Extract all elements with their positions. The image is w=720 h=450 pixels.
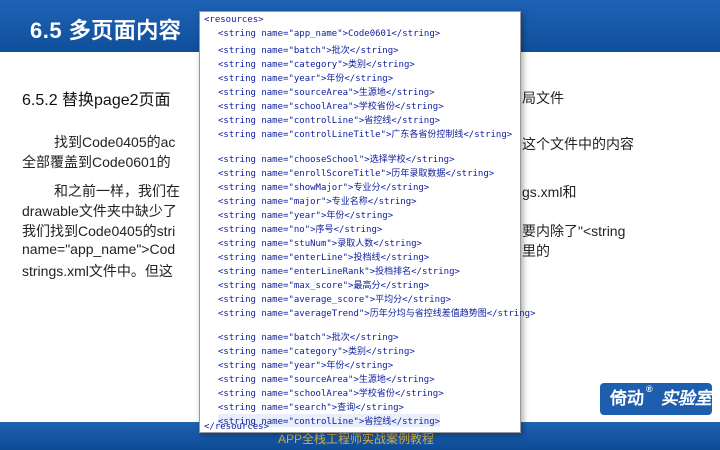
code-line: <string name="year">年份</string>: [218, 74, 394, 84]
code-line: <string name="chooseSchool">选择学校</string…: [218, 155, 455, 165]
section-subtitle-tail: 局文件: [522, 90, 564, 106]
paragraph-tail-4: 里的: [522, 243, 550, 259]
paragraph-line-2: 全部覆盖到Code0601的: [22, 154, 171, 170]
page-title: 6.5 多页面内容: [30, 18, 182, 43]
paragraph-tail-1: 这个文件中的内容: [522, 136, 634, 152]
code-line: <string name="major">专业名称</string>: [218, 197, 417, 207]
code-line: <string name="sourceArea">生源地</string>: [218, 375, 435, 385]
code-line: <string name="app_name">Code0601</string…: [218, 29, 441, 39]
registered-mark: ®: [646, 384, 653, 394]
code-line: <string name="category">类别</string>: [218, 347, 415, 357]
paragraph-line-4: drawable文件夹中缺少了: [22, 203, 177, 219]
paragraph-line-5: 我们找到Code0405的stri: [22, 223, 176, 239]
logo-brand: 倚动: [610, 389, 644, 408]
code-line: <string name="averageTrend">历年分均与省控线差值趋势…: [218, 309, 536, 319]
code-line: <string name="schoolArea">学校省份</string>: [218, 389, 444, 399]
paragraph-tail-2: gs.xml和: [522, 184, 577, 200]
lab-logo: 倚动 ® 实验室: [600, 383, 712, 415]
code-line: <string name="average_score">平均分</string…: [218, 295, 451, 305]
code-line: <string name="year">年份</string>: [218, 361, 394, 371]
paragraph-line-7: strings.xml文件中。但这: [22, 263, 173, 279]
paragraph-line-6: name="app_name">Cod: [22, 241, 176, 257]
code-line: <string name="search">查询</string>: [218, 403, 404, 413]
code-line: <string name="year">年份</string>: [218, 211, 394, 221]
code-line: <string name="enterLine">投档线</string>: [218, 253, 430, 263]
code-line: <string name="schoolArea">学校省份</string>: [218, 102, 444, 112]
paragraph-line-3: 和之前一样，我们在: [54, 183, 180, 199]
code-line: <string name="category">类别</string>: [218, 60, 415, 70]
code-line: <string name="controlLineTitle">广东各省份控制线…: [218, 130, 513, 140]
code-line: <string name="showMajor">专业分</string>: [218, 183, 430, 193]
code-line: <resources>: [204, 15, 264, 25]
code-line: <string name="batch">批次</string>: [218, 333, 399, 343]
logo-lab: 实验室: [660, 389, 712, 409]
code-line: <string name="enterLineRank">投档排名</strin…: [218, 267, 460, 277]
code-line: </resources>: [204, 422, 270, 432]
code-line: <string name="max_score">最高分</string>: [218, 281, 430, 291]
paragraph-tail-3: 要内除了"<string: [522, 223, 626, 239]
paragraph-line-1: 找到Code0405的ac: [54, 134, 176, 150]
code-line: <string name="controlLine">省控线</string>: [218, 116, 441, 126]
code-line: <string name="batch">批次</string>: [218, 46, 399, 56]
section-subtitle: 6.5.2 替换page2页面: [22, 92, 171, 109]
code-line: <string name="stuNum">录取人数</string>: [218, 239, 422, 249]
code-line: <string name="no">序号</string>: [218, 225, 383, 235]
strings-xml-screenshot: <resources> <string name="app_name">Code…: [199, 11, 535, 433]
code-line: <string name="sourceArea">生源地</string>: [218, 88, 435, 98]
code-line: <string name="enrollScoreTitle">历年录取数据</…: [218, 169, 495, 179]
